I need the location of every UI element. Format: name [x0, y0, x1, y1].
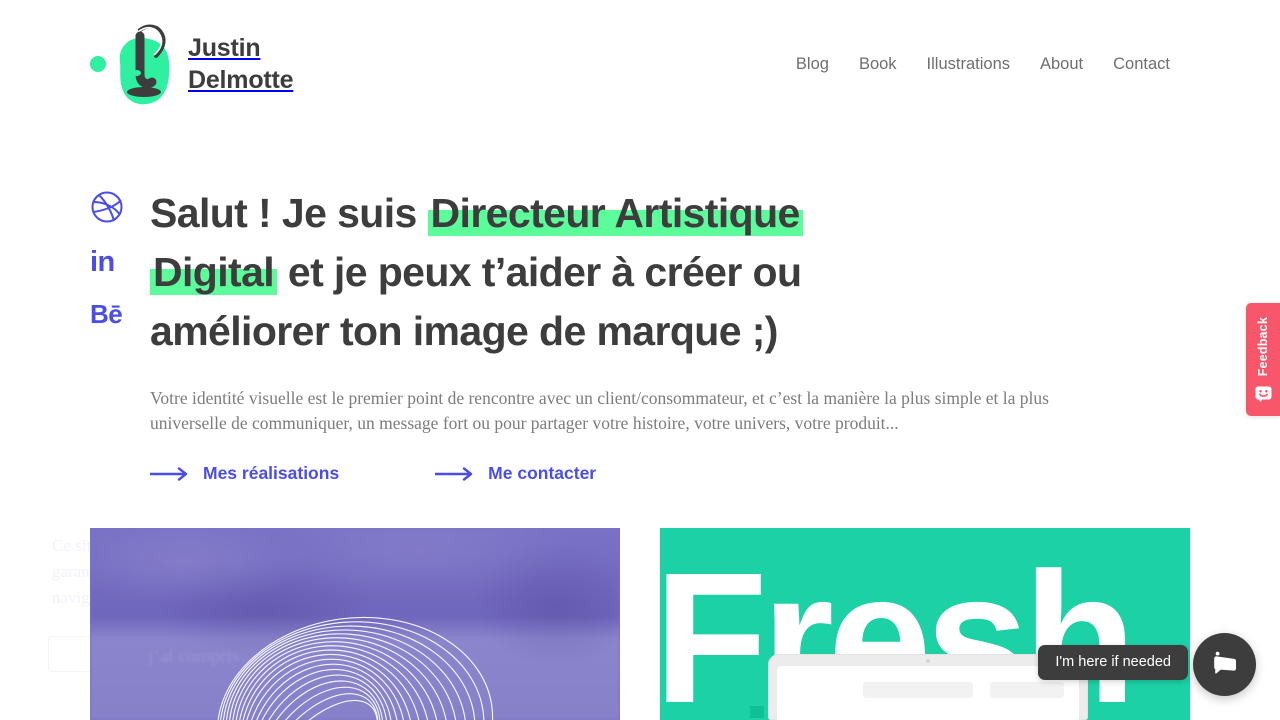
- headline-highlight-1: Directeur Artistique: [427, 190, 803, 236]
- spiral-torus-artwork-icon: [216, 616, 494, 720]
- hero-body: Salut ! Je suis Directeur Artistique Dig…: [150, 184, 1150, 484]
- laptop-side-chip: [750, 706, 764, 718]
- chat-greeting-bubble[interactable]: I'm here if needed: [1038, 645, 1188, 680]
- page-root: Ce site utilise des cookies pour garanti…: [0, 0, 1280, 720]
- magnifier-blob-logo-icon: [119, 24, 170, 105]
- hero-cta-row: Mes réalisations Me contacter: [150, 463, 1150, 484]
- headline-part-1: Salut ! Je suis: [150, 190, 428, 236]
- green-dot-icon: [90, 56, 106, 72]
- social-link-dribbble[interactable]: [90, 190, 124, 224]
- linkedin-icon: in: [90, 246, 115, 278]
- social-link-behance[interactable]: Bē: [90, 299, 123, 329]
- dribbble-icon: [91, 191, 123, 223]
- brand-name: Justin Delmotte: [188, 32, 294, 96]
- laptop-window-a: [863, 682, 973, 698]
- cta-me-contacter[interactable]: Me contacter: [435, 463, 596, 484]
- social-link-linkedin[interactable]: in: [90, 248, 115, 277]
- social-links-rail: in Bē: [90, 190, 124, 327]
- nav-blog[interactable]: Blog: [781, 52, 844, 77]
- nav-book[interactable]: Book: [844, 52, 912, 77]
- feedback-tab[interactable]: Feedback: [1246, 303, 1280, 416]
- laptop-camera: [926, 659, 930, 663]
- arrow-right-icon: [435, 466, 473, 481]
- nav-illustrations[interactable]: Illustrations: [912, 52, 1025, 77]
- cta-mes-realisations[interactable]: Mes réalisations: [150, 463, 339, 484]
- project-card-purple[interactable]: j’ai compris: [90, 528, 620, 720]
- smiley-feedback-icon: [1255, 386, 1271, 403]
- feedback-label: Feedback: [1256, 316, 1270, 377]
- headline-highlight-2: Digital: [150, 249, 278, 295]
- site-header: Justin Delmotte Blog Book Illustrations …: [0, 0, 1280, 128]
- brand-name-line1: Justin: [188, 34, 261, 62]
- cta-primary-label: Mes réalisations: [203, 463, 340, 483]
- project-cards: j’ai compris Fresh: [90, 528, 1190, 720]
- behance-icon: Bē: [90, 299, 123, 329]
- laptop-window-b: [990, 682, 1064, 698]
- brand-logo[interactable]: Justin Delmotte: [90, 16, 294, 112]
- cta-secondary-label: Me contacter: [488, 463, 597, 483]
- hero-description: Votre identité visuelle est le premier p…: [150, 388, 1049, 433]
- nav-about[interactable]: About: [1025, 52, 1098, 77]
- chat-bubble-icon: [1214, 651, 1236, 674]
- chat-launcher-button[interactable]: [1193, 633, 1256, 696]
- project-card-green[interactable]: Fresh: [660, 528, 1190, 720]
- arrow-right-icon: [150, 466, 188, 481]
- main-navigation: Blog Book Illustrations About Contact: [781, 52, 1185, 77]
- hero-headline: Salut ! Je suis Directeur Artistique Dig…: [150, 184, 870, 361]
- brand-name-line2: Delmotte: [188, 66, 294, 94]
- nav-contact[interactable]: Contact: [1098, 52, 1185, 77]
